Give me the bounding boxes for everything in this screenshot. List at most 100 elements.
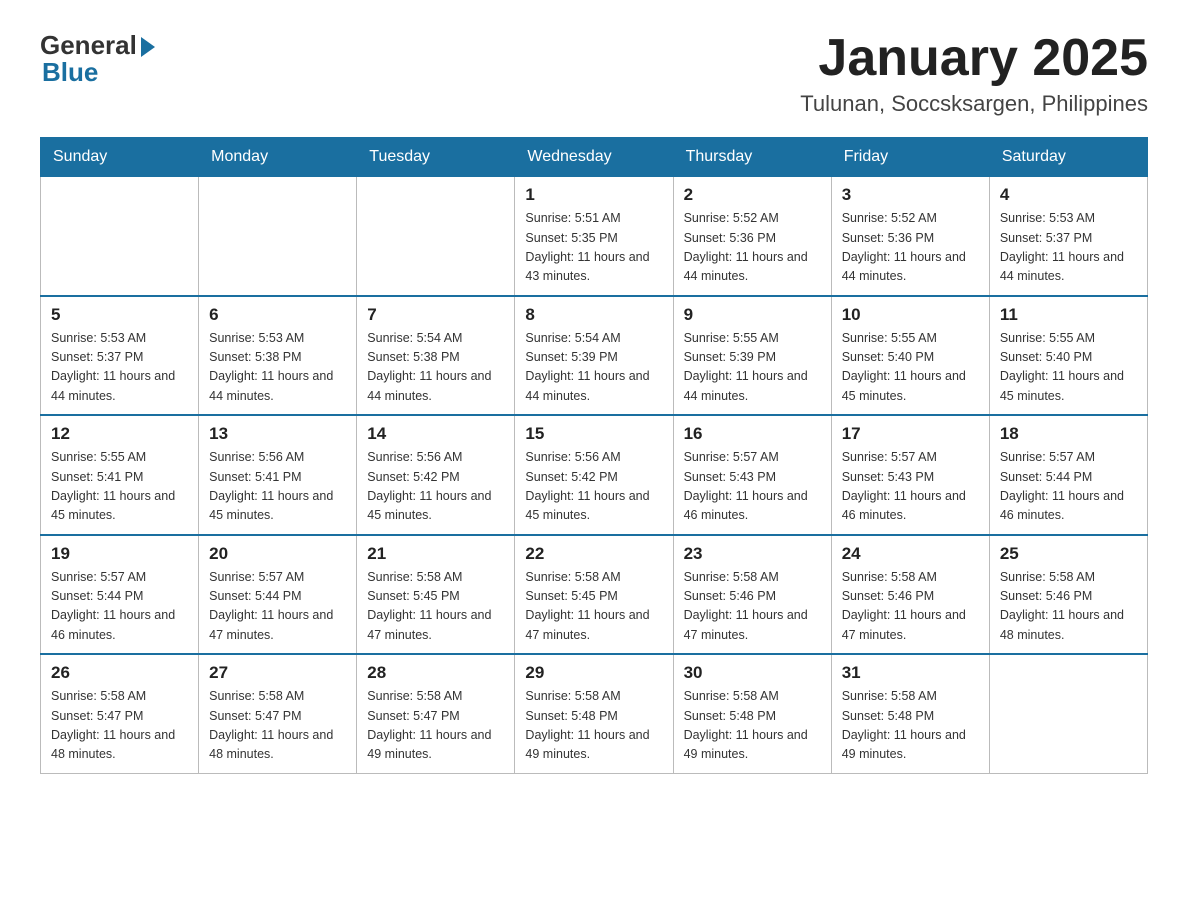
calendar-cell: 9 Sunrise: 5:55 AM Sunset: 5:39 PM Daylig… — [673, 296, 831, 416]
calendar-cell: 10 Sunrise: 5:55 AM Sunset: 5:40 PM Dayli… — [831, 296, 989, 416]
logo-blue-text: Blue — [40, 57, 98, 88]
day-number: 1 — [525, 185, 662, 205]
calendar-header-row: SundayMondayTuesdayWednesdayThursdayFrid… — [41, 138, 1148, 177]
calendar-table: SundayMondayTuesdayWednesdayThursdayFrid… — [40, 137, 1148, 774]
day-info: Sunrise: 5:58 AM Sunset: 5:46 PM Dayligh… — [842, 568, 979, 646]
day-info: Sunrise: 5:52 AM Sunset: 5:36 PM Dayligh… — [684, 209, 821, 287]
day-number: 23 — [684, 544, 821, 564]
day-info: Sunrise: 5:55 AM Sunset: 5:41 PM Dayligh… — [51, 448, 188, 526]
calendar-cell: 8 Sunrise: 5:54 AM Sunset: 5:39 PM Daylig… — [515, 296, 673, 416]
day-of-week-header: Sunday — [41, 138, 199, 177]
calendar-cell: 16Sunrise: 5:57 AM Sunset: 5:43 PM Dayli… — [673, 415, 831, 535]
day-info: Sunrise: 5:58 AM Sunset: 5:47 PM Dayligh… — [51, 687, 188, 765]
day-of-week-header: Tuesday — [357, 138, 515, 177]
day-info: Sunrise: 5:58 AM Sunset: 5:47 PM Dayligh… — [367, 687, 504, 765]
calendar-cell: 4 Sunrise: 5:53 AM Sunset: 5:37 PM Daylig… — [989, 177, 1147, 296]
calendar-cell: 31Sunrise: 5:58 AM Sunset: 5:48 PM Dayli… — [831, 654, 989, 773]
calendar-cell: 6 Sunrise: 5:53 AM Sunset: 5:38 PM Daylig… — [199, 296, 357, 416]
calendar-cell: 18Sunrise: 5:57 AM Sunset: 5:44 PM Dayli… — [989, 415, 1147, 535]
calendar-cell: 5Sunrise: 5:53 AM Sunset: 5:37 PM Daylig… — [41, 296, 199, 416]
day-number: 7 — [367, 305, 504, 325]
calendar-cell: 30 Sunrise: 5:58 AM Sunset: 5:48 PM Dayli… — [673, 654, 831, 773]
day-of-week-header: Thursday — [673, 138, 831, 177]
day-info: Sunrise: 5:57 AM Sunset: 5:44 PM Dayligh… — [209, 568, 346, 646]
day-info: Sunrise: 5:51 AM Sunset: 5:35 PM Dayligh… — [525, 209, 662, 287]
day-info: Sunrise: 5:58 AM Sunset: 5:48 PM Dayligh… — [684, 687, 821, 765]
calendar-cell — [199, 177, 357, 296]
calendar-cell: 19Sunrise: 5:57 AM Sunset: 5:44 PM Dayli… — [41, 535, 199, 655]
day-of-week-header: Saturday — [989, 138, 1147, 177]
day-number: 2 — [684, 185, 821, 205]
day-number: 20 — [209, 544, 346, 564]
logo-arrow-icon — [141, 37, 155, 57]
day-info: Sunrise: 5:58 AM Sunset: 5:46 PM Dayligh… — [684, 568, 821, 646]
day-number: 26 — [51, 663, 188, 683]
calendar-cell: 12 Sunrise: 5:55 AM Sunset: 5:41 PM Dayli… — [41, 415, 199, 535]
calendar-cell: 27 Sunrise: 5:58 AM Sunset: 5:47 PM Dayli… — [199, 654, 357, 773]
day-number: 21 — [367, 544, 504, 564]
day-number: 29 — [525, 663, 662, 683]
calendar-cell: 22 Sunrise: 5:58 AM Sunset: 5:45 PM Dayli… — [515, 535, 673, 655]
month-title: January 2025 — [800, 30, 1148, 87]
day-info: Sunrise: 5:57 AM Sunset: 5:43 PM Dayligh… — [842, 448, 979, 526]
day-of-week-header: Wednesday — [515, 138, 673, 177]
day-number: 12 — [51, 424, 188, 444]
calendar-cell: 21Sunrise: 5:58 AM Sunset: 5:45 PM Dayli… — [357, 535, 515, 655]
calendar-cell: 20 Sunrise: 5:57 AM Sunset: 5:44 PM Dayli… — [199, 535, 357, 655]
day-info: Sunrise: 5:56 AM Sunset: 5:42 PM Dayligh… — [525, 448, 662, 526]
calendar-cell — [41, 177, 199, 296]
calendar-week-row: 1 Sunrise: 5:51 AM Sunset: 5:35 PM Daylig… — [41, 177, 1148, 296]
calendar-cell: 3Sunrise: 5:52 AM Sunset: 5:36 PM Daylig… — [831, 177, 989, 296]
day-number: 24 — [842, 544, 979, 564]
day-info: Sunrise: 5:55 AM Sunset: 5:39 PM Dayligh… — [684, 329, 821, 407]
day-info: Sunrise: 5:54 AM Sunset: 5:39 PM Dayligh… — [525, 329, 662, 407]
calendar-week-row: 19Sunrise: 5:57 AM Sunset: 5:44 PM Dayli… — [41, 535, 1148, 655]
day-number: 27 — [209, 663, 346, 683]
calendar-cell — [357, 177, 515, 296]
day-info: Sunrise: 5:58 AM Sunset: 5:45 PM Dayligh… — [525, 568, 662, 646]
calendar-cell: 23 Sunrise: 5:58 AM Sunset: 5:46 PM Dayli… — [673, 535, 831, 655]
day-info: Sunrise: 5:53 AM Sunset: 5:37 PM Dayligh… — [1000, 209, 1137, 287]
calendar-cell: 7 Sunrise: 5:54 AM Sunset: 5:38 PM Daylig… — [357, 296, 515, 416]
calendar-week-row: 12 Sunrise: 5:55 AM Sunset: 5:41 PM Dayli… — [41, 415, 1148, 535]
day-info: Sunrise: 5:56 AM Sunset: 5:41 PM Dayligh… — [209, 448, 346, 526]
calendar-week-row: 26 Sunrise: 5:58 AM Sunset: 5:47 PM Dayli… — [41, 654, 1148, 773]
day-number: 4 — [1000, 185, 1137, 205]
logo: General Blue — [40, 30, 155, 88]
day-number: 25 — [1000, 544, 1137, 564]
day-info: Sunrise: 5:57 AM Sunset: 5:44 PM Dayligh… — [1000, 448, 1137, 526]
day-info: Sunrise: 5:55 AM Sunset: 5:40 PM Dayligh… — [842, 329, 979, 407]
day-number: 15 — [525, 424, 662, 444]
day-number: 8 — [525, 305, 662, 325]
day-number: 14 — [367, 424, 504, 444]
day-number: 10 — [842, 305, 979, 325]
calendar-cell: 29Sunrise: 5:58 AM Sunset: 5:48 PM Dayli… — [515, 654, 673, 773]
day-number: 22 — [525, 544, 662, 564]
day-info: Sunrise: 5:58 AM Sunset: 5:46 PM Dayligh… — [1000, 568, 1137, 646]
day-number: 16 — [684, 424, 821, 444]
calendar-cell: 15 Sunrise: 5:56 AM Sunset: 5:42 PM Dayli… — [515, 415, 673, 535]
calendar-cell — [989, 654, 1147, 773]
calendar-cell: 11 Sunrise: 5:55 AM Sunset: 5:40 PM Dayli… — [989, 296, 1147, 416]
calendar-cell: 2 Sunrise: 5:52 AM Sunset: 5:36 PM Daylig… — [673, 177, 831, 296]
day-info: Sunrise: 5:53 AM Sunset: 5:37 PM Dayligh… — [51, 329, 188, 407]
calendar-cell: 26 Sunrise: 5:58 AM Sunset: 5:47 PM Dayli… — [41, 654, 199, 773]
day-info: Sunrise: 5:56 AM Sunset: 5:42 PM Dayligh… — [367, 448, 504, 526]
day-number: 9 — [684, 305, 821, 325]
day-number: 31 — [842, 663, 979, 683]
day-info: Sunrise: 5:52 AM Sunset: 5:36 PM Dayligh… — [842, 209, 979, 287]
day-info: Sunrise: 5:53 AM Sunset: 5:38 PM Dayligh… — [209, 329, 346, 407]
day-number: 28 — [367, 663, 504, 683]
day-info: Sunrise: 5:55 AM Sunset: 5:40 PM Dayligh… — [1000, 329, 1137, 407]
day-of-week-header: Monday — [199, 138, 357, 177]
day-number: 11 — [1000, 305, 1137, 325]
calendar-cell: 13Sunrise: 5:56 AM Sunset: 5:41 PM Dayli… — [199, 415, 357, 535]
calendar-cell: 25 Sunrise: 5:58 AM Sunset: 5:46 PM Dayli… — [989, 535, 1147, 655]
day-number: 30 — [684, 663, 821, 683]
day-info: Sunrise: 5:58 AM Sunset: 5:47 PM Dayligh… — [209, 687, 346, 765]
day-number: 6 — [209, 305, 346, 325]
calendar-cell: 17Sunrise: 5:57 AM Sunset: 5:43 PM Dayli… — [831, 415, 989, 535]
day-info: Sunrise: 5:54 AM Sunset: 5:38 PM Dayligh… — [367, 329, 504, 407]
calendar-cell: 28 Sunrise: 5:58 AM Sunset: 5:47 PM Dayli… — [357, 654, 515, 773]
day-info: Sunrise: 5:57 AM Sunset: 5:44 PM Dayligh… — [51, 568, 188, 646]
